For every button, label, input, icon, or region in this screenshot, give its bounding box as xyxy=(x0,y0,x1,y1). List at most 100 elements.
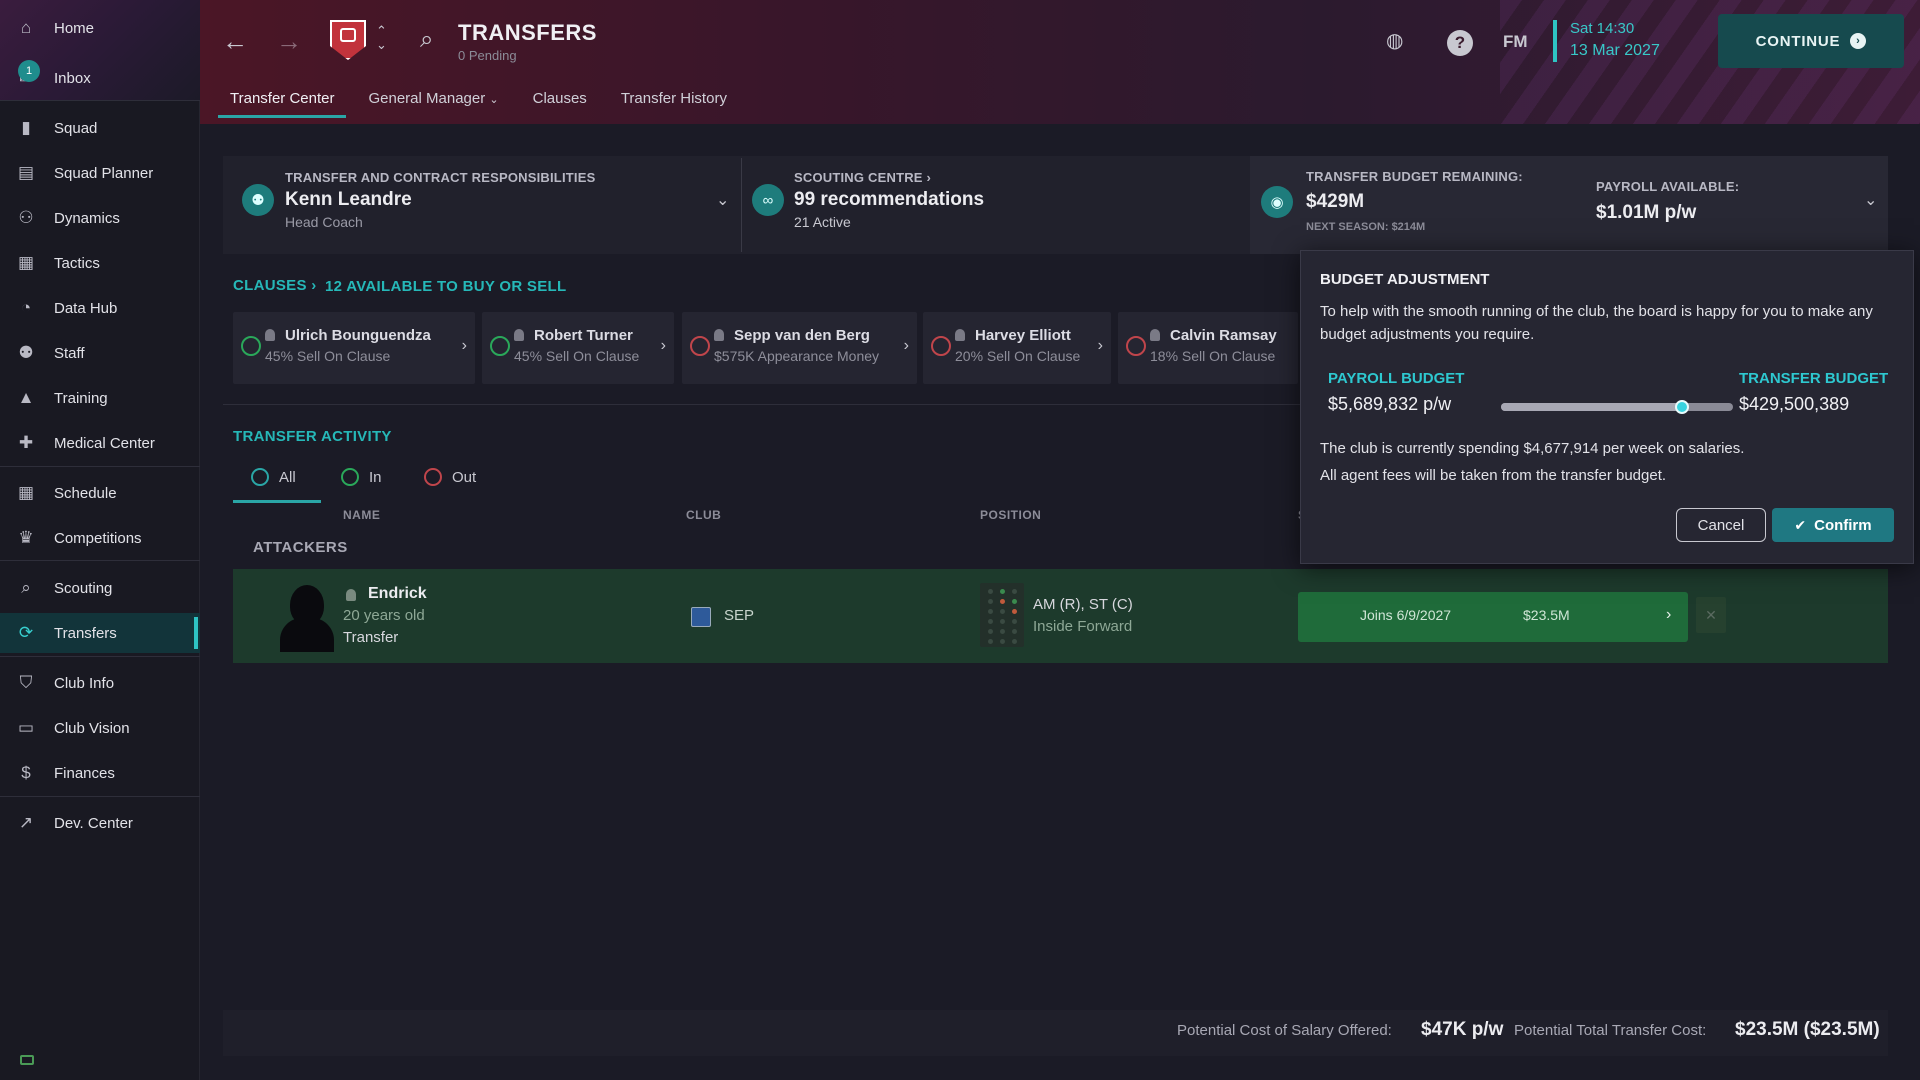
sidebar-item-label: Scouting xyxy=(54,579,113,597)
header-tabs: Transfer Center General Manager ⌄ Clause… xyxy=(218,90,749,118)
cone-icon: ▲ xyxy=(17,388,35,407)
inbox-unread-badge: 1 xyxy=(18,60,40,82)
game-time: Sat 14:30 xyxy=(1570,20,1635,37)
deal-status-button[interactable] xyxy=(1298,592,1688,642)
crest-emblem xyxy=(340,28,356,42)
sidebar-item-medical-center[interactable]: ✚ Medical Center xyxy=(0,423,200,463)
pitch-position-dot xyxy=(1012,619,1017,624)
sidebar-item-squad-planner[interactable]: ▤ Squad Planner xyxy=(0,153,200,193)
clauses-link[interactable]: CLAUSES › xyxy=(233,277,317,294)
sidebar-item-data-hub[interactable]: ◔ Data Hub xyxy=(0,288,200,328)
club-name[interactable]: SEP xyxy=(724,607,754,624)
budget-slider-handle[interactable] xyxy=(1674,400,1689,414)
sidebar-item-dev-center[interactable]: ↗ Dev. Center xyxy=(0,803,200,843)
column-header-position[interactable]: POSITION xyxy=(980,508,1041,522)
sidebar-item-finances[interactable]: $ Finances xyxy=(0,753,200,793)
pitch-position-dot xyxy=(1000,599,1005,604)
clause-card[interactable]: Harvey Elliott 20% Sell On Clause › xyxy=(923,312,1111,384)
filter-all[interactable]: All xyxy=(251,468,296,486)
tab-transfer-history[interactable]: Transfer History xyxy=(609,90,739,118)
sidebar-item-transfers[interactable]: ⟳ Transfers xyxy=(0,613,200,653)
scouting-centre-link[interactable]: SCOUTING CENTRE › xyxy=(794,170,931,185)
filter-out[interactable]: Out xyxy=(424,468,476,486)
cancel-button[interactable]: Cancel xyxy=(1676,508,1766,542)
budget-slider[interactable] xyxy=(1501,400,1733,414)
page-title: TRANSFERS xyxy=(458,20,597,45)
transfer-out-icon xyxy=(931,336,951,356)
transfer-in-icon xyxy=(490,336,510,356)
popup-description: To help with the smooth running of the c… xyxy=(1320,303,1873,343)
popup-title: BUDGET ADJUSTMENT xyxy=(1320,271,1490,288)
clause-player-name: Ulrich Bounguendza xyxy=(285,327,431,344)
person-icon xyxy=(346,589,356,601)
clause-card[interactable]: Sepp van den Berg $575K Appearance Money › xyxy=(682,312,917,384)
transfer-out-icon xyxy=(690,336,710,356)
game-date: 13 Mar 2027 xyxy=(1570,42,1660,59)
sidebar-item-dynamics[interactable]: ⚇ Dynamics xyxy=(0,198,200,238)
pitch-position-dot xyxy=(1000,589,1005,594)
sidebar-item-competitions[interactable]: ♛ Competitions xyxy=(0,518,200,558)
transfer-budget-remaining-label: TRANSFER BUDGET REMAINING: xyxy=(1306,169,1523,184)
sidebar-item-squad[interactable]: ▮ Squad xyxy=(0,108,200,148)
sidebar-item-tactics[interactable]: ▦ Tactics xyxy=(0,243,200,283)
forward-arrow-icon[interactable]: → xyxy=(276,26,302,57)
budget-dropdown-icon[interactable]: ⌄ xyxy=(1864,190,1877,210)
sidebar-item-club-vision[interactable]: ▭ Club Vision xyxy=(0,708,200,748)
sidebar-item-staff[interactable]: ⚉ Staff xyxy=(0,333,200,373)
close-icon[interactable]: ✕ xyxy=(1696,597,1726,633)
sidebar-item-label: Inbox xyxy=(54,69,91,87)
sidebar-item-schedule[interactable]: ▦ Schedule xyxy=(0,473,200,513)
clause-card[interactable]: Robert Turner 45% Sell On Clause › xyxy=(482,312,674,384)
tab-general-manager[interactable]: General Manager ⌄ xyxy=(356,90,510,118)
nav-divider xyxy=(0,100,200,101)
deal-fee: $23.5M xyxy=(1523,607,1570,623)
sidebar-item-label: Home xyxy=(54,19,95,37)
clause-card[interactable]: Calvin Ramsay 18% Sell On Clause xyxy=(1118,312,1298,384)
chevron-right-icon: › xyxy=(311,277,317,294)
tab-clauses[interactable]: Clauses xyxy=(521,90,599,118)
responsibilities-dropdown-icon[interactable]: ⌄ xyxy=(716,190,729,210)
sidebar-item-label: Club Info xyxy=(54,674,115,692)
tab-transfer-center[interactable]: Transfer Center xyxy=(218,90,347,118)
confirm-button[interactable]: ✔ Confirm xyxy=(1772,508,1894,542)
status-indicator-icon[interactable] xyxy=(20,1055,34,1065)
search-icon[interactable]: ⌕ xyxy=(420,26,433,54)
salary-cost-value: $47K p/w xyxy=(1421,1019,1504,1040)
clause-card[interactable]: Ulrich Bounguendza 45% Sell On Clause › xyxy=(233,312,475,384)
help-icon[interactable]: ? xyxy=(1447,30,1473,56)
column-header-name[interactable]: NAME xyxy=(343,508,380,522)
player-position: AM (R), ST (C) xyxy=(1033,596,1133,613)
filter-in[interactable]: In xyxy=(341,468,382,486)
club-switcher-chevron-icon[interactable]: ⌃ ⌄ xyxy=(376,24,387,52)
pitch-position-dot xyxy=(1000,639,1005,644)
back-arrow-icon[interactable]: ← xyxy=(222,26,248,57)
sidebar-item-label: Medical Center xyxy=(54,434,155,452)
sidebar-item-club-info[interactable]: ⛉ Club Info xyxy=(0,663,200,703)
globe-icon[interactable]: ◍ xyxy=(1386,28,1403,53)
pitch-position-dot xyxy=(988,589,993,594)
staff-icon: ⚉ xyxy=(18,343,34,362)
player-age: 20 years old xyxy=(343,607,425,624)
panel-divider xyxy=(741,158,742,252)
column-header-club[interactable]: CLUB xyxy=(686,508,721,522)
responsible-staff-name[interactable]: Kenn Leandre xyxy=(285,189,412,211)
medical-bag-icon: ✚ xyxy=(18,433,34,452)
calendar-icon: ▦ xyxy=(17,483,35,502)
clause-player-name: Harvey Elliott xyxy=(975,327,1071,344)
sidebar-item-label: Data Hub xyxy=(54,299,118,317)
player-name[interactable]: Endrick xyxy=(368,585,427,603)
tab-general-manager-label: General Manager xyxy=(368,90,486,107)
person-icon xyxy=(1150,329,1160,341)
transfer-in-icon xyxy=(341,468,359,486)
arrow-right-icon: › xyxy=(1850,33,1867,49)
clause-player-name: Robert Turner xyxy=(534,327,633,344)
pitch-position-dot xyxy=(988,619,993,624)
chevron-down-icon: ⌄ xyxy=(489,94,499,106)
scouting-recommendations[interactable]: 99 recommendations xyxy=(794,189,984,211)
sidebar-item-scouting[interactable]: ⌕ Scouting xyxy=(0,568,200,608)
continue-button[interactable]: CONTINUE › xyxy=(1718,14,1904,68)
sidebar-item-training[interactable]: ▲ Training xyxy=(0,378,200,418)
fm-logo[interactable]: FM xyxy=(1503,32,1528,52)
sidebar-item-home[interactable]: ⌂ Home xyxy=(0,8,200,48)
pitch-position-dot xyxy=(988,609,993,614)
